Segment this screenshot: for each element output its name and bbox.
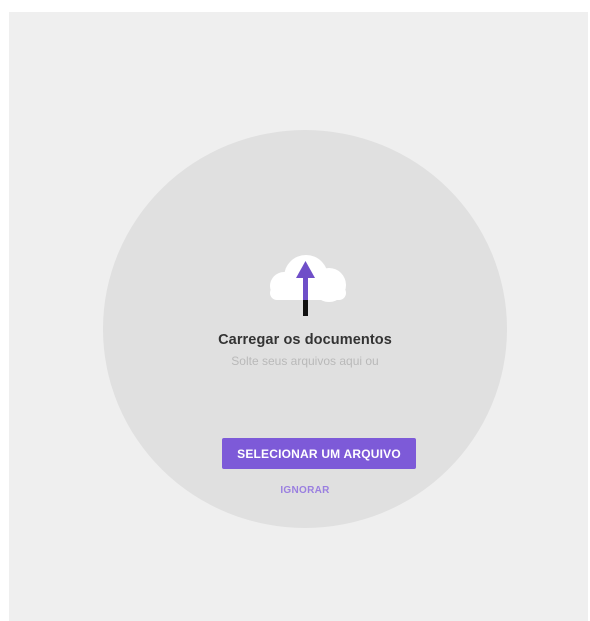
upload-panel: Carregar os documentos Solte seus arquiv… [9, 12, 588, 621]
select-file-button[interactable]: SELECIONAR UM ARQUIVO [222, 438, 416, 469]
skip-link[interactable]: IGNORAR [103, 485, 507, 496]
upload-subtitle: Solte seus arquivos aqui ou [231, 354, 379, 368]
file-dropzone[interactable]: Carregar os documentos Solte seus arquiv… [103, 130, 507, 528]
upload-title: Carregar os documentos [218, 332, 392, 348]
cloud-upload-icon [270, 255, 346, 316]
